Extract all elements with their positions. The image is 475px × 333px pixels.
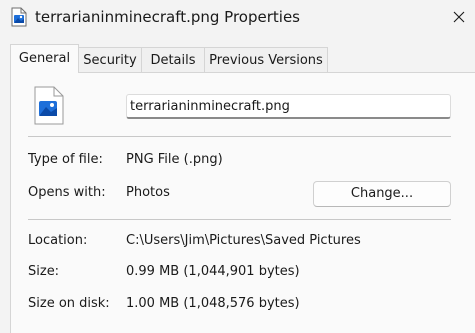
close-icon [453,11,465,23]
type-of-file-label: Type of file: [28,152,103,167]
window-title: terrarianinminecraft.png Properties [35,8,300,26]
tab-general[interactable]: General [10,44,79,73]
location-value: C:\Users\Jim\Pictures\Saved Pictures [126,233,361,248]
title-bar: terrarianinminecraft.png Properties [0,0,475,36]
tab-previous-versions[interactable]: Previous Versions [204,47,328,72]
tab-details[interactable]: Details [141,47,205,72]
size-value: 0.99 MB (1,044,901 bytes) [126,264,300,279]
size-on-disk-label: Size on disk: [28,296,110,311]
tab-security[interactable]: Security [78,47,142,72]
image-file-icon [11,7,27,31]
image-file-icon [33,86,65,130]
size-on-disk-value: 1.00 MB (1,048,576 bytes) [126,296,300,311]
divider [28,219,451,220]
size-label: Size: [28,264,60,279]
opens-with-label: Opens with: [28,185,106,200]
divider [28,136,451,137]
type-of-file-value: PNG File (.png) [126,152,223,167]
file-name-input[interactable] [126,94,451,119]
change-button[interactable]: Change... [313,181,451,207]
opens-with-value: Photos [126,185,170,200]
location-label: Location: [28,233,88,248]
close-button[interactable] [446,4,472,30]
